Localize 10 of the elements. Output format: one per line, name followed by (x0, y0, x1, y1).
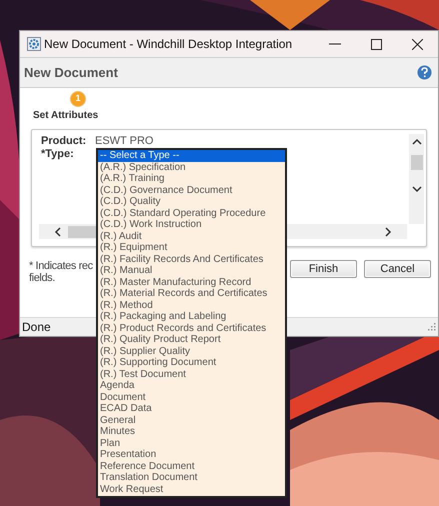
status-text: Done (22, 319, 51, 336)
page-heading: New Document (24, 64, 118, 82)
step-label: Set Attributes (33, 109, 98, 123)
field-label: *Type: (41, 147, 75, 162)
step-number: 1 (70, 91, 86, 107)
note-text: * Indicates rec (29, 260, 93, 272)
field-label: Product: (41, 134, 88, 149)
note-text: fields. (29, 272, 56, 284)
window-title: New Document - Windchill Desktop Integration (44, 36, 292, 53)
field-value: ESWT PRO (95, 134, 154, 150)
